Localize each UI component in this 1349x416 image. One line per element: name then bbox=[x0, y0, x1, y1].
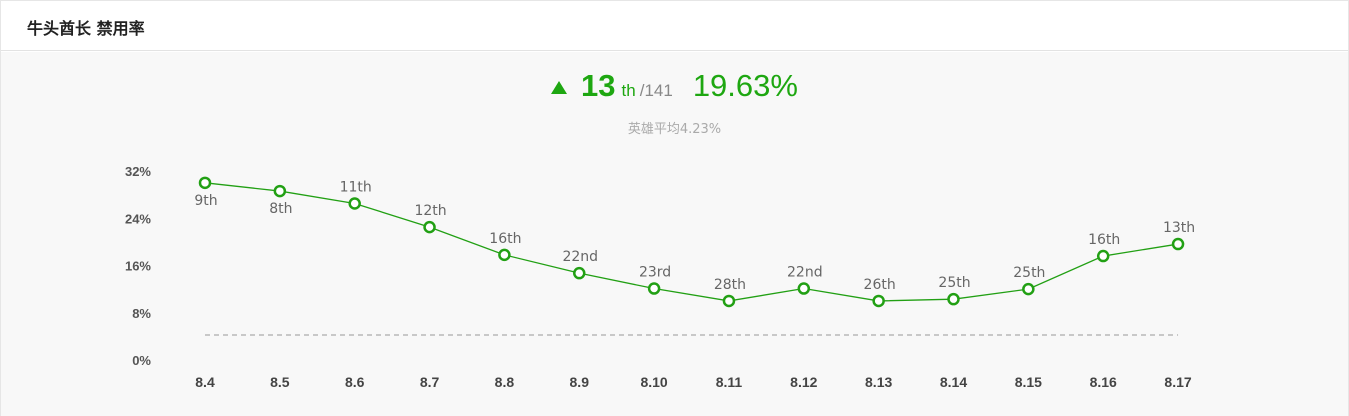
x-tick-label: 8.10 bbox=[640, 374, 667, 390]
rank-label: 12th bbox=[414, 203, 446, 219]
rank-label: 22nd bbox=[787, 265, 823, 281]
y-tick-label: 24% bbox=[125, 211, 151, 226]
y-tick-label: 32% bbox=[125, 164, 151, 179]
x-tick-label: 8.5 bbox=[270, 374, 290, 390]
data-point bbox=[797, 282, 811, 295]
rank-label: 16th bbox=[1088, 232, 1120, 248]
data-point bbox=[947, 292, 960, 306]
data-point bbox=[273, 184, 287, 198]
rank-label: 11th bbox=[340, 179, 372, 195]
x-tick-label: 8.8 bbox=[495, 374, 515, 390]
x-tick-label: 8.6 bbox=[345, 374, 365, 390]
y-tick-label: 16% bbox=[125, 259, 151, 274]
data-point bbox=[647, 282, 661, 295]
rank-label: 8th bbox=[269, 201, 292, 217]
data-point bbox=[722, 294, 736, 308]
rank-label: 13th bbox=[1163, 220, 1195, 236]
y-tick-label: 0% bbox=[132, 353, 151, 368]
data-point bbox=[573, 266, 586, 280]
x-tick-label: 8.13 bbox=[865, 374, 892, 390]
x-tick-label: 8.4 bbox=[195, 374, 215, 390]
x-tick-label: 8.11 bbox=[716, 374, 743, 390]
data-point bbox=[1171, 237, 1185, 251]
x-tick-label: 8.15 bbox=[1015, 374, 1042, 390]
data-point bbox=[198, 176, 212, 190]
x-tick-label: 8.9 bbox=[570, 374, 590, 390]
data-point bbox=[872, 294, 885, 308]
x-tick-label: 8.16 bbox=[1090, 374, 1117, 390]
ban-rate-panel: 牛头酋长 禁用率 13 th /141 19.63% 英雄平均4.23% 0% 8… bbox=[0, 0, 1349, 416]
ban-rate-line-chart: 0% 8% 16% 24% 32% 8.4 8.5 8.6 8.7 8.8 8.9 8.10 8.11 8… bbox=[125, 164, 1195, 390]
data-point bbox=[348, 197, 361, 210]
data-point bbox=[1022, 282, 1035, 296]
rank-label: 25th bbox=[938, 275, 970, 291]
data-point bbox=[498, 248, 511, 262]
rank-label: 26th bbox=[864, 277, 896, 293]
rank-label: 28th bbox=[714, 277, 746, 293]
x-tick-label: 8.17 bbox=[1164, 374, 1191, 390]
x-tick-label: 8.12 bbox=[790, 374, 817, 390]
rank-label: 22nd bbox=[562, 249, 598, 265]
data-point bbox=[1096, 249, 1110, 263]
rank-label: 16th bbox=[489, 231, 521, 247]
x-tick-label: 8.7 bbox=[420, 374, 440, 390]
y-tick-label: 8% bbox=[132, 306, 151, 321]
data-point bbox=[423, 220, 436, 234]
rank-label: 23rd bbox=[639, 265, 671, 281]
x-tick-label: 8.14 bbox=[940, 374, 967, 390]
rank-label: 25th bbox=[1013, 265, 1045, 281]
rank-label: 9th bbox=[194, 193, 217, 209]
